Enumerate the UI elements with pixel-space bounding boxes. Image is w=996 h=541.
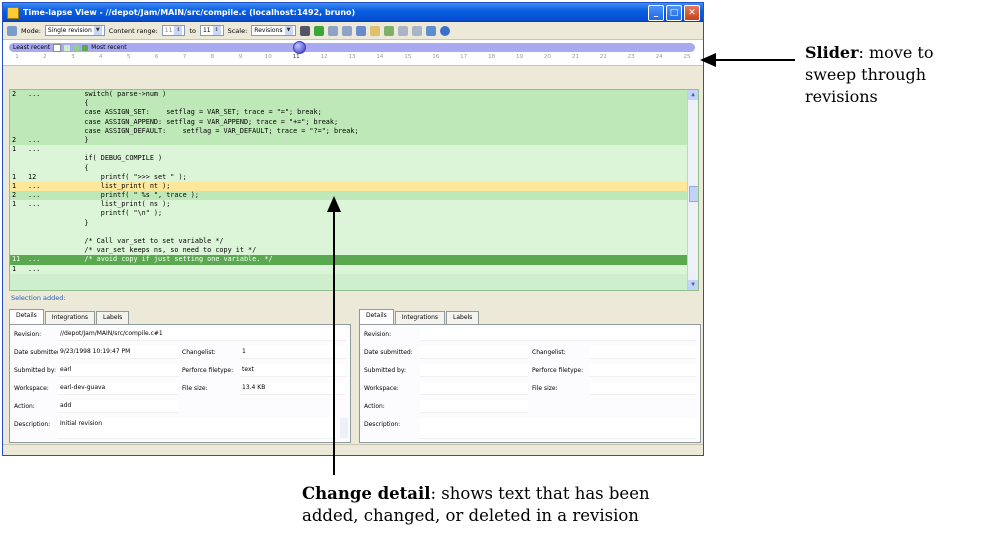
change-annotation-title: Change detail xyxy=(302,484,431,503)
slider-annotation-text: : move to xyxy=(858,43,934,62)
change-annotation-line2: added, changed, or deleted in a revision xyxy=(302,506,639,525)
slider-annotation-title: Slider xyxy=(805,43,859,62)
change-annotation-text: : shows text that has been xyxy=(430,484,650,503)
slider-annotation-line3: revisions xyxy=(805,87,878,106)
slider-annotation-line2: sweep through xyxy=(805,65,927,84)
slider-annotation: Slider: move to sweep through revisions xyxy=(805,42,933,108)
change-annotation: Change detail: shows text that has been … xyxy=(302,483,650,527)
change-arrowhead xyxy=(327,196,341,212)
slider-arrowhead xyxy=(700,53,716,67)
